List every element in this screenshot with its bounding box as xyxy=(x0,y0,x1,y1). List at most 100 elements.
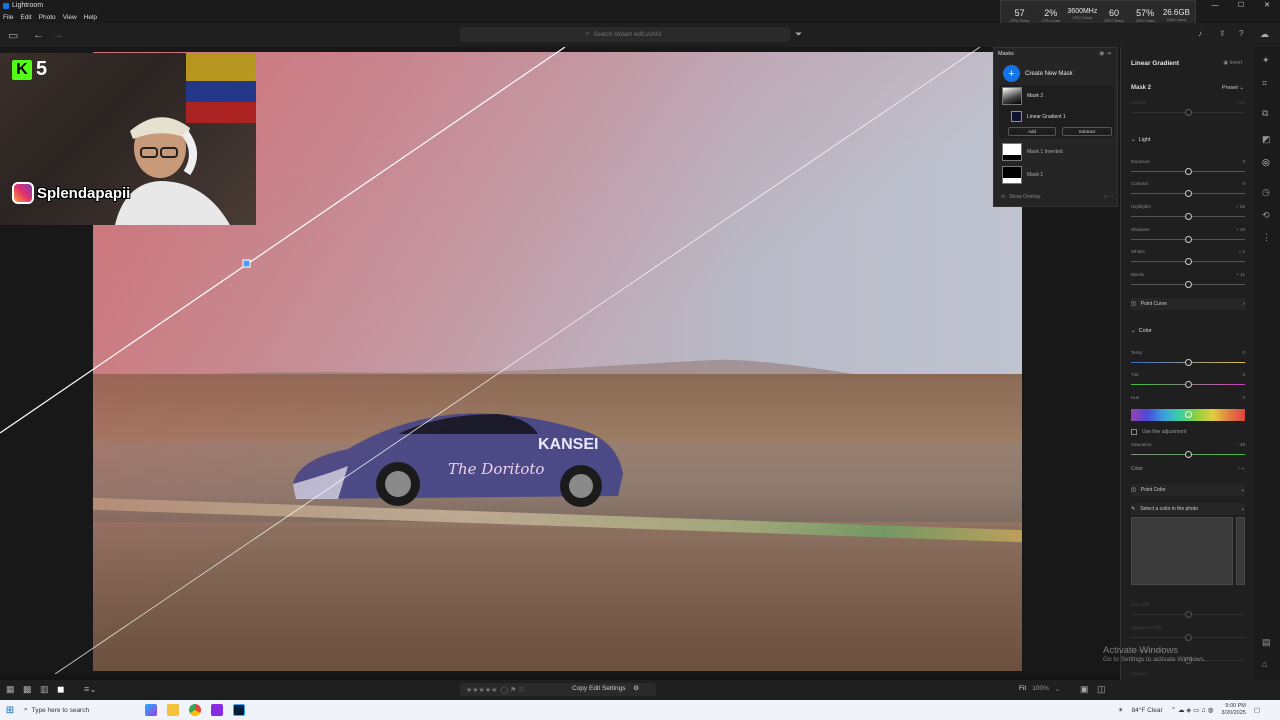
copy-edit-settings-button[interactable]: Copy Edit Settings ⚙ xyxy=(572,684,639,692)
comment-icon[interactable]: ▤ xyxy=(1262,637,1271,648)
point-color-range-box xyxy=(1236,517,1245,585)
color-section-header[interactable]: ⌄ Color xyxy=(1131,328,1152,334)
tint-slider[interactable]: Tint 0 xyxy=(1131,372,1245,392)
obs-icon[interactable] xyxy=(206,700,228,720)
kick-icon: K xyxy=(12,59,32,80)
taskbar-search[interactable]: ⌕ Type here to search xyxy=(20,700,140,720)
windows-start-icon[interactable]: ⊞ xyxy=(0,705,20,716)
clock[interactable]: 9:00 PM 3/20/2025 xyxy=(1221,703,1245,717)
menu-help[interactable]: Help xyxy=(84,14,97,21)
chrome-icon[interactable] xyxy=(184,700,206,720)
contrast-slider[interactable]: Contrast 0 xyxy=(1131,181,1245,201)
file-explorer-icon[interactable] xyxy=(162,700,184,720)
search-icon: ⌕ xyxy=(586,31,590,37)
sort-icon[interactable]: ≡⌄ xyxy=(84,684,97,695)
invert-icon: ▣ xyxy=(1223,60,1229,66)
color-swatch-row[interactable]: Color ○ ◐ xyxy=(1131,463,1245,475)
history-icon[interactable]: ◷ xyxy=(1262,187,1270,198)
subtract-button[interactable]: Subtract xyxy=(1062,127,1112,136)
healing-icon[interactable]: ⧉ xyxy=(1262,108,1268,119)
search-placeholder: Search stream edit.ush#1 xyxy=(593,31,662,38)
mask-item[interactable]: Mask 1 xyxy=(1002,166,1043,184)
window-title: Lightroom xyxy=(12,2,44,9)
chevron-down-icon[interactable]: ⌄ xyxy=(1055,685,1060,693)
gear-icon: ⚙ xyxy=(633,685,640,692)
show-overlay-toggle[interactable]: ⊙ Show Overlay ○ ··· xyxy=(1001,194,1113,200)
point-color-row[interactable]: ◫ Point Color ⌄ xyxy=(1131,484,1245,496)
mask-2-group[interactable]: Mask 2 Linear Gradient 1 Add Subtract xyxy=(999,85,1114,138)
invert-toggle[interactable]: ▣ Invert xyxy=(1223,60,1242,66)
edit-icon[interactable]: ✦ xyxy=(1262,55,1270,66)
eraser-icon[interactable]: ◩ xyxy=(1262,134,1271,145)
minimize-button[interactable]: — xyxy=(1202,0,1228,11)
visibility-icon[interactable]: ◉ ⇥ xyxy=(1099,50,1111,57)
star-rating-icon[interactable]: ★★★★★ xyxy=(466,686,497,694)
instagram-handle: Splendapapii xyxy=(12,182,130,204)
forward-arrow-icon[interactable]: → xyxy=(53,29,64,41)
flag-icon[interactable]: ◯ ⚑ ⚐ xyxy=(500,686,524,694)
share-icon[interactable]: ⇪ xyxy=(1219,29,1226,38)
menu-view[interactable]: View xyxy=(63,14,77,21)
back-arrow-icon[interactable]: ← xyxy=(33,29,44,41)
exposure-slider[interactable]: Exposure 0 xyxy=(1131,159,1245,179)
highlights-slider[interactable]: Highlights + 25 xyxy=(1131,204,1245,224)
amount-slider[interactable]: Amount 100 xyxy=(1131,100,1245,120)
tray-icons[interactable]: ⌃ ☁ ◈ ▭ ♫ ◍ xyxy=(1171,706,1214,714)
system-tray: ☀ 84°F Clear ⌃ ☁ ◈ ▭ ♫ ◍ 9:00 PM 3/20/202… xyxy=(1118,700,1260,720)
compare-icon[interactable]: ▣ xyxy=(1080,684,1089,695)
crop-icon[interactable]: ⌗ xyxy=(1262,78,1267,89)
chevron-down-icon: ⌄ xyxy=(1131,328,1136,334)
search-input[interactable]: ⌕ Search stream edit.ush#1 xyxy=(460,27,790,42)
faded-slider[interactable]: Hue Shift xyxy=(1131,602,1245,622)
mask-item[interactable]: Mask 2 xyxy=(1002,87,1043,105)
menu-file[interactable]: File xyxy=(3,14,13,21)
mask-component-item[interactable]: Linear Gradient 1 xyxy=(1011,111,1066,122)
hue-slider[interactable] xyxy=(1131,409,1245,421)
zoom-level[interactable]: 100% xyxy=(1032,685,1049,693)
remix-icon[interactable]: ⟲ xyxy=(1262,210,1270,221)
before-after-icon[interactable]: ◫ xyxy=(1097,684,1106,695)
single-view-icon[interactable]: ◼ xyxy=(57,684,64,695)
kick-count: 5 xyxy=(36,58,48,80)
lightroom-icon[interactable] xyxy=(228,700,250,720)
cloud-icon[interactable]: ☁ xyxy=(1260,29,1269,40)
temp-slider[interactable]: Temp 0 xyxy=(1131,350,1245,370)
maximize-button[interactable]: ☐ xyxy=(1228,0,1254,11)
help-icon[interactable]: ? xyxy=(1239,29,1243,38)
menu-edit[interactable]: Edit xyxy=(20,14,31,21)
copilot-icon[interactable] xyxy=(140,700,162,720)
menu-photo[interactable]: Photo xyxy=(39,14,56,21)
more-icon[interactable]: ⋮ xyxy=(1262,232,1271,243)
filter-icon[interactable]: ⏷ xyxy=(795,29,802,40)
faded-slider[interactable]: Saturation Shift xyxy=(1131,625,1245,645)
zoom-controls[interactable]: Fit 100% ⌄ xyxy=(1019,685,1060,693)
shadows-slider[interactable]: Shadows + 16 xyxy=(1131,227,1245,247)
weather-text[interactable]: 84°F Clear xyxy=(1132,707,1163,714)
mask-item[interactable]: Mask 1 Inverted xyxy=(1002,143,1063,161)
add-button[interactable]: Add xyxy=(1008,127,1056,136)
bell-icon[interactable]: ♪ xyxy=(1198,29,1202,38)
whites-slider[interactable]: Whites + 1 xyxy=(1131,249,1245,269)
square-grid-icon[interactable]: ▩ xyxy=(23,684,32,695)
more-options-icon[interactable]: ○ ··· xyxy=(1104,194,1113,200)
notification-icon[interactable]: ▢ xyxy=(1254,706,1260,714)
create-new-mask-button[interactable]: + Create New Mask xyxy=(1003,65,1073,82)
point-curve-row[interactable]: ◫ Point Curve › xyxy=(1131,298,1245,310)
preset-dropdown[interactable]: Preset ⌄ xyxy=(1222,85,1244,91)
saturation-slider[interactable]: Saturation - 49 xyxy=(1131,442,1245,462)
masking-icon[interactable]: ◎ xyxy=(1262,157,1270,168)
point-color-icon: ◫ xyxy=(1131,487,1136,493)
chevron-down-icon: ⌄ xyxy=(1240,487,1245,493)
grid-view-icon[interactable]: ▦ xyxy=(6,684,15,695)
fine-adjustment-checkbox[interactable]: Use fine adjustment xyxy=(1131,426,1245,438)
gradient-handle[interactable] xyxy=(242,259,251,268)
blacks-slider[interactable]: Blacks + 11 xyxy=(1131,272,1245,292)
light-section-header[interactable]: ⌄ Light xyxy=(1131,137,1151,143)
select-color-row[interactable]: ✎ Select a color in the photo ⌄ xyxy=(1131,503,1245,515)
fit-button[interactable]: Fit xyxy=(1019,685,1026,693)
weather-icon[interactable]: ☀ xyxy=(1118,706,1124,714)
detail-view-icon[interactable]: ▥ xyxy=(40,684,49,695)
tag-icon[interactable]: ⌂ xyxy=(1262,659,1267,669)
close-button[interactable]: ✕ xyxy=(1254,0,1280,11)
panel-toggle-icon[interactable]: ▭ xyxy=(8,29,18,42)
